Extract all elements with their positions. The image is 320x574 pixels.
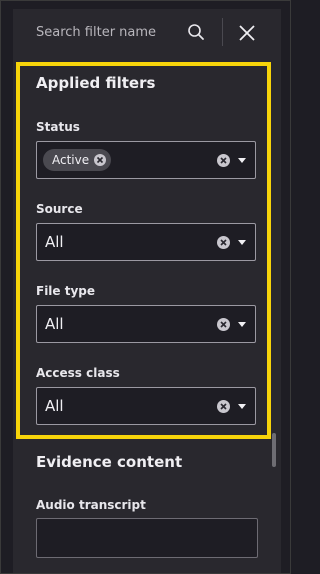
chevron-down-icon[interactable]	[238, 322, 246, 327]
status-label: Status	[36, 120, 80, 134]
scrollbar-thumb[interactable]	[272, 433, 276, 467]
chevron-down-icon[interactable]	[238, 240, 246, 245]
access-class-label: Access class	[36, 366, 120, 380]
audio-transcript-label: Audio transcript	[36, 498, 146, 512]
clear-icon[interactable]	[217, 318, 230, 331]
source-label: Source	[36, 202, 83, 216]
search-icon[interactable]	[187, 23, 205, 41]
header-divider	[222, 18, 223, 46]
evidence-content-title: Evidence content	[36, 453, 183, 471]
file-type-select[interactable]: All	[36, 305, 256, 343]
clear-icon[interactable]	[217, 400, 230, 413]
clear-icon[interactable]	[217, 236, 230, 249]
status-select[interactable]: Active	[36, 141, 256, 179]
chevron-down-icon[interactable]	[238, 158, 246, 163]
clear-icon[interactable]	[217, 154, 230, 167]
close-icon[interactable]	[237, 23, 257, 43]
status-chip-active: Active	[43, 149, 112, 171]
source-select[interactable]: All	[36, 223, 256, 261]
audio-transcript-input[interactable]	[36, 518, 258, 558]
file-type-value: All	[45, 315, 64, 333]
status-chip-label: Active	[52, 153, 90, 167]
applied-filters-title: Applied filters	[36, 74, 156, 92]
access-class-select[interactable]: All	[36, 387, 256, 425]
filter-window: Search filter name Applied filters Statu…	[0, 0, 291, 574]
file-type-label: File type	[36, 284, 96, 298]
chip-remove-icon[interactable]	[94, 154, 107, 166]
search-filter-input[interactable]: Search filter name	[36, 25, 156, 40]
source-value: All	[45, 233, 64, 251]
access-class-value: All	[45, 397, 64, 415]
chevron-down-icon[interactable]	[238, 404, 246, 409]
